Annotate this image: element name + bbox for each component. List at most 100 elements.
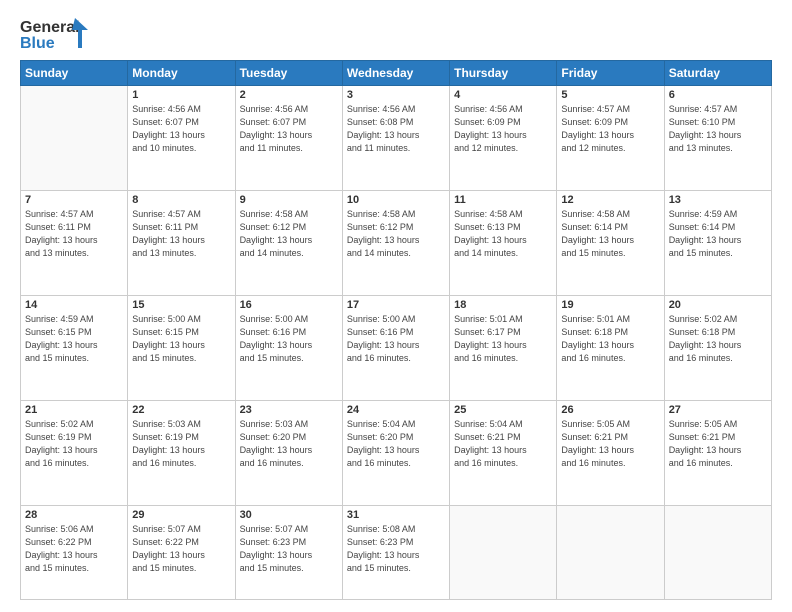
header-saturday: Saturday	[664, 61, 771, 86]
calendar-cell: 23Sunrise: 5:03 AM Sunset: 6:20 PM Dayli…	[235, 401, 342, 506]
day-info: Sunrise: 4:58 AM Sunset: 6:12 PM Dayligh…	[347, 208, 445, 260]
day-number: 26	[561, 404, 659, 416]
day-info: Sunrise: 5:07 AM Sunset: 6:23 PM Dayligh…	[240, 523, 338, 575]
calendar-cell	[557, 506, 664, 600]
calendar-cell: 26 Sunrise: 5:05 AM Sunset: 6:21 PM Dayli…	[557, 401, 664, 506]
calendar-cell: 10Sunrise: 4:58 AM Sunset: 6:12 PM Dayli…	[342, 191, 449, 296]
day-number: 17	[347, 299, 445, 311]
calendar-cell: 27 Sunrise: 5:05 AM Sunset: 6:21 PM Dayli…	[664, 401, 771, 506]
day-number: 18	[454, 299, 552, 311]
calendar-cell: 14Sunrise: 4:59 AM Sunset: 6:15 PM Dayli…	[21, 296, 128, 401]
calendar-cell: 15 Sunrise: 5:00 AM Sunset: 6:15 PM Dayli…	[128, 296, 235, 401]
calendar-cell: 16 Sunrise: 5:00 AM Sunset: 6:16 PM Dayli…	[235, 296, 342, 401]
calendar-cell: 30 Sunrise: 5:07 AM Sunset: 6:23 PM Dayli…	[235, 506, 342, 600]
day-info: Sunrise: 5:06 AM Sunset: 6:22 PM Dayligh…	[25, 523, 123, 575]
day-number: 6	[669, 89, 767, 101]
day-number: 24	[347, 404, 445, 416]
calendar-cell: 25 Sunrise: 5:04 AM Sunset: 6:21 PM Dayli…	[450, 401, 557, 506]
calendar-cell	[664, 506, 771, 600]
day-info: Sunrise: 4:57 AM Sunset: 6:11 PM Dayligh…	[25, 208, 123, 260]
day-number: 23	[240, 404, 338, 416]
day-number: 28	[25, 509, 123, 521]
day-number: 2	[240, 89, 338, 101]
calendar-cell: 4 Sunrise: 4:56 AM Sunset: 6:09 PM Daylig…	[450, 86, 557, 191]
calendar-cell: 22Sunrise: 5:03 AM Sunset: 6:19 PM Dayli…	[128, 401, 235, 506]
day-info: Sunrise: 5:05 AM Sunset: 6:21 PM Dayligh…	[669, 418, 767, 470]
calendar-cell: 1 Sunrise: 4:56 AM Sunset: 6:07 PM Daylig…	[128, 86, 235, 191]
day-number: 5	[561, 89, 659, 101]
calendar-cell: 31Sunrise: 5:08 AM Sunset: 6:23 PM Dayli…	[342, 506, 449, 600]
calendar-cell: 18 Sunrise: 5:01 AM Sunset: 6:17 PM Dayli…	[450, 296, 557, 401]
day-info: Sunrise: 4:57 AM Sunset: 6:11 PM Dayligh…	[132, 208, 230, 260]
day-info: Sunrise: 4:58 AM Sunset: 6:12 PM Dayligh…	[240, 208, 338, 260]
svg-text:Blue: Blue	[20, 35, 55, 52]
day-number: 4	[454, 89, 552, 101]
calendar-cell: 29Sunrise: 5:07 AM Sunset: 6:22 PM Dayli…	[128, 506, 235, 600]
day-number: 19	[561, 299, 659, 311]
day-info: Sunrise: 5:02 AM Sunset: 6:19 PM Dayligh…	[25, 418, 123, 470]
day-number: 25	[454, 404, 552, 416]
calendar-cell: 2 Sunrise: 4:56 AM Sunset: 6:07 PM Daylig…	[235, 86, 342, 191]
day-number: 9	[240, 194, 338, 206]
calendar-cell: 11 Sunrise: 4:58 AM Sunset: 6:13 PM Dayli…	[450, 191, 557, 296]
day-number: 11	[454, 194, 552, 206]
calendar-cell: 19 Sunrise: 5:01 AM Sunset: 6:18 PM Dayli…	[557, 296, 664, 401]
calendar-cell: 20 Sunrise: 5:02 AM Sunset: 6:18 PM Dayli…	[664, 296, 771, 401]
day-info: Sunrise: 4:58 AM Sunset: 6:13 PM Dayligh…	[454, 208, 552, 260]
header-tuesday: Tuesday	[235, 61, 342, 86]
calendar-cell	[21, 86, 128, 191]
day-info: Sunrise: 5:00 AM Sunset: 6:16 PM Dayligh…	[240, 313, 338, 365]
day-number: 8	[132, 194, 230, 206]
calendar-cell: 9 Sunrise: 4:58 AM Sunset: 6:12 PM Daylig…	[235, 191, 342, 296]
svg-text:General: General	[20, 19, 80, 36]
calendar-cell	[450, 506, 557, 600]
day-info: Sunrise: 5:04 AM Sunset: 6:21 PM Dayligh…	[454, 418, 552, 470]
calendar-cell: 7Sunrise: 4:57 AM Sunset: 6:11 PM Daylig…	[21, 191, 128, 296]
calendar-cell: 21 Sunrise: 5:02 AM Sunset: 6:19 PM Dayli…	[21, 401, 128, 506]
header-thursday: Thursday	[450, 61, 557, 86]
day-info: Sunrise: 4:57 AM Sunset: 6:09 PM Dayligh…	[561, 103, 659, 155]
day-info: Sunrise: 5:08 AM Sunset: 6:23 PM Dayligh…	[347, 523, 445, 575]
calendar-cell: 13 Sunrise: 4:59 AM Sunset: 6:14 PM Dayli…	[664, 191, 771, 296]
day-info: Sunrise: 5:05 AM Sunset: 6:21 PM Dayligh…	[561, 418, 659, 470]
day-number: 16	[240, 299, 338, 311]
day-number: 13	[669, 194, 767, 206]
logo: GeneralBlue	[20, 16, 90, 52]
day-number: 15	[132, 299, 230, 311]
page: GeneralBlue SundayMondayTuesdayWednesday…	[0, 0, 792, 612]
day-info: Sunrise: 5:04 AM Sunset: 6:20 PM Dayligh…	[347, 418, 445, 470]
day-info: Sunrise: 5:01 AM Sunset: 6:18 PM Dayligh…	[561, 313, 659, 365]
day-info: Sunrise: 4:56 AM Sunset: 6:07 PM Dayligh…	[240, 103, 338, 155]
day-info: Sunrise: 5:00 AM Sunset: 6:15 PM Dayligh…	[132, 313, 230, 365]
calendar-cell: 12 Sunrise: 4:58 AM Sunset: 6:14 PM Dayli…	[557, 191, 664, 296]
day-info: Sunrise: 4:59 AM Sunset: 6:14 PM Dayligh…	[669, 208, 767, 260]
day-info: Sunrise: 4:56 AM Sunset: 6:07 PM Dayligh…	[132, 103, 230, 155]
day-info: Sunrise: 5:01 AM Sunset: 6:17 PM Dayligh…	[454, 313, 552, 365]
day-info: Sunrise: 4:56 AM Sunset: 6:09 PM Dayligh…	[454, 103, 552, 155]
day-info: Sunrise: 4:58 AM Sunset: 6:14 PM Dayligh…	[561, 208, 659, 260]
day-number: 27	[669, 404, 767, 416]
calendar-week-row: 14Sunrise: 4:59 AM Sunset: 6:15 PM Dayli…	[21, 296, 772, 401]
calendar-cell: 5 Sunrise: 4:57 AM Sunset: 6:09 PM Daylig…	[557, 86, 664, 191]
calendar-cell: 6 Sunrise: 4:57 AM Sunset: 6:10 PM Daylig…	[664, 86, 771, 191]
calendar-week-row: 28 Sunrise: 5:06 AM Sunset: 6:22 PM Dayli…	[21, 506, 772, 600]
header-friday: Friday	[557, 61, 664, 86]
day-info: Sunrise: 5:02 AM Sunset: 6:18 PM Dayligh…	[669, 313, 767, 365]
calendar-week-row: 21 Sunrise: 5:02 AM Sunset: 6:19 PM Dayli…	[21, 401, 772, 506]
day-info: Sunrise: 5:07 AM Sunset: 6:22 PM Dayligh…	[132, 523, 230, 575]
day-info: Sunrise: 4:59 AM Sunset: 6:15 PM Dayligh…	[25, 313, 123, 365]
calendar-cell: 28 Sunrise: 5:06 AM Sunset: 6:22 PM Dayli…	[21, 506, 128, 600]
header: GeneralBlue	[20, 16, 772, 52]
calendar-header-row: SundayMondayTuesdayWednesdayThursdayFrid…	[21, 61, 772, 86]
day-number: 20	[669, 299, 767, 311]
day-number: 21	[25, 404, 123, 416]
day-number: 3	[347, 89, 445, 101]
calendar-cell: 24 Sunrise: 5:04 AM Sunset: 6:20 PM Dayli…	[342, 401, 449, 506]
day-number: 30	[240, 509, 338, 521]
day-number: 12	[561, 194, 659, 206]
header-wednesday: Wednesday	[342, 61, 449, 86]
calendar-cell: 17Sunrise: 5:00 AM Sunset: 6:16 PM Dayli…	[342, 296, 449, 401]
day-number: 1	[132, 89, 230, 101]
day-info: Sunrise: 4:57 AM Sunset: 6:10 PM Dayligh…	[669, 103, 767, 155]
calendar-week-row: 1 Sunrise: 4:56 AM Sunset: 6:07 PM Daylig…	[21, 86, 772, 191]
